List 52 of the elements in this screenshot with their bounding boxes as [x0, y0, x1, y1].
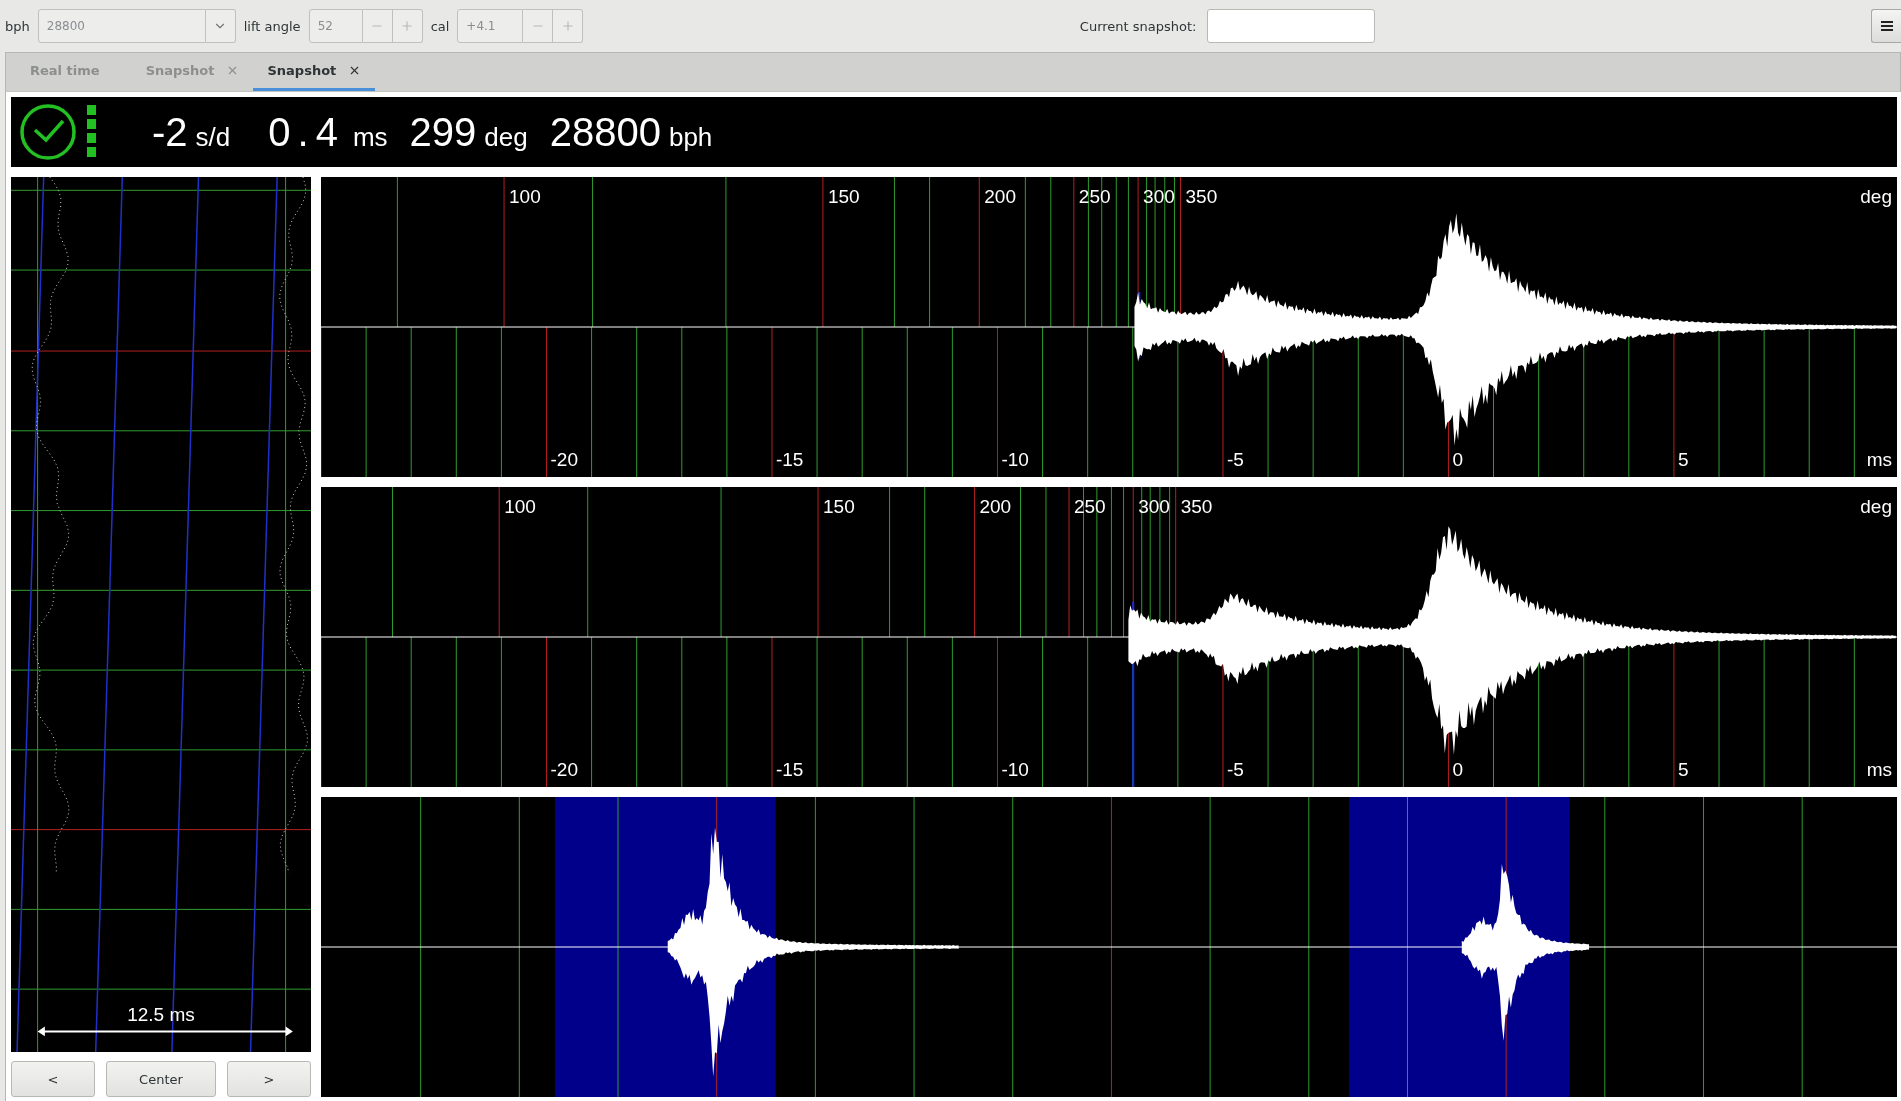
time-label: -20: [550, 449, 578, 471]
time-label: -10: [1001, 759, 1029, 781]
degree-label: 350: [1180, 496, 1213, 518]
degree-label: 100: [504, 496, 536, 518]
menu-button[interactable]: [1871, 9, 1901, 43]
menu-icon: [1879, 20, 1894, 32]
unit-label: ms: [1866, 759, 1892, 781]
time-label: 0: [1452, 759, 1463, 781]
dropdown-icon[interactable]: [205, 9, 236, 43]
field-label: lift angle: [243, 18, 301, 34]
degree-label: 350: [1185, 186, 1218, 208]
plus-icon[interactable]: [553, 9, 584, 43]
tab[interactable]: Real time: [10, 53, 120, 91]
degree-label: 150: [823, 496, 855, 518]
degree-label: 150: [827, 186, 860, 208]
reading-value: 299: [409, 109, 477, 155]
strip-button[interactable]: <: [11, 1061, 95, 1097]
reading-value: -2: [152, 109, 188, 155]
time-label: -15: [775, 759, 804, 781]
field-label: bph: [5, 18, 30, 34]
unit-label: ms: [1866, 449, 1892, 471]
reading-value: 28800: [549, 109, 661, 155]
degree-label: 300: [1138, 496, 1170, 518]
unit-label: deg: [1860, 186, 1892, 208]
minus-icon[interactable]: [362, 9, 393, 43]
degree-label: 200: [979, 496, 1012, 518]
minus-icon[interactable]: [523, 9, 554, 43]
time-label: 5: [1677, 449, 1689, 471]
plus-icon[interactable]: [392, 9, 423, 43]
clock-check-icon: [19, 103, 77, 161]
reading-unit: s/d: [195, 121, 231, 153]
reading-value: 0.4: [268, 109, 345, 155]
time-label: 0: [1452, 449, 1463, 471]
field-label: cal: [430, 18, 450, 34]
time-label: -5: [1226, 449, 1244, 471]
degree-label: 100: [509, 186, 541, 208]
degree-label: 200: [984, 186, 1016, 208]
time-label: -5: [1226, 759, 1244, 781]
time-label: -10: [1001, 449, 1029, 471]
reading-unit: bph: [668, 121, 713, 153]
time-label: 5: [1677, 759, 1689, 781]
unit-label: deg: [1860, 496, 1892, 518]
field-label: Current snapshot:: [1079, 18, 1197, 34]
strip-button[interactable]: >: [227, 1061, 311, 1097]
snapshot-name-field[interactable]: [1206, 9, 1375, 43]
strip-button[interactable]: Center: [106, 1061, 216, 1097]
tab[interactable]: Snapshot: [131, 53, 254, 91]
reading-unit: ms: [352, 121, 388, 153]
time-label: -15: [775, 449, 804, 471]
reading-unit: deg: [484, 121, 528, 153]
degree-label: 250: [1078, 186, 1111, 208]
time-label: -20: [550, 759, 578, 781]
